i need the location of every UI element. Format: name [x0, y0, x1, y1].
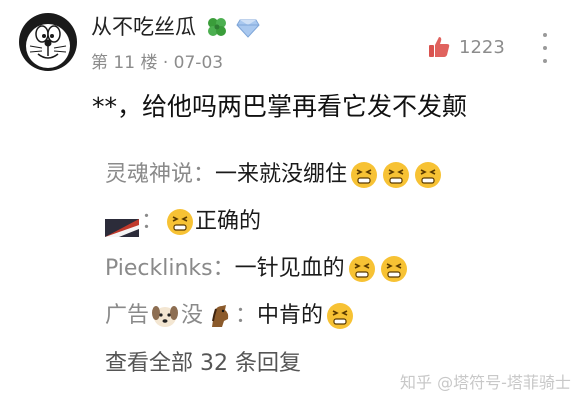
reply-author[interactable]: 广告: [105, 298, 149, 334]
reply-item[interactable]: 灵魂神说 ： 一来就没绷住: [105, 157, 443, 193]
comment-text: **，给他吗两巴掌再看它发不发颠: [92, 92, 468, 121]
watermark: 知乎 @塔符号-塔菲骑士: [400, 373, 571, 392]
reply-separator: ：: [235, 303, 258, 328]
like-button[interactable]: 1223: [427, 34, 505, 60]
grimace-emoji-icon: [379, 254, 409, 284]
reply-separator: ：: [212, 256, 235, 281]
flag-avatar-icon[interactable]: [105, 213, 139, 237]
reply-item[interactable]: Piecklinks ： 一针见血的: [105, 251, 409, 287]
username[interactable]: 从不吃丝瓜: [91, 13, 196, 41]
grimace-emoji-icon: [349, 160, 379, 190]
like-count: 1223: [459, 36, 505, 58]
view-all-replies-link[interactable]: 查看全部 32 条回复: [105, 346, 301, 382]
more-dot: [543, 46, 547, 50]
reply-text: 一来就没绷住: [215, 162, 348, 187]
diamond-badge-icon: [236, 18, 260, 38]
thumbs-up-icon: [429, 37, 450, 57]
doraemon-avatar-icon: [19, 13, 77, 71]
reply-text: 中肯的: [257, 303, 324, 328]
horse-icon: [204, 301, 234, 331]
reply-item[interactable]: ： 正确的: [105, 204, 261, 240]
grimace-emoji-icon: [347, 254, 377, 284]
grimace-emoji-icon: [381, 160, 411, 190]
reply-text: 一针见血的: [234, 256, 345, 281]
meta-separator: ·: [162, 53, 174, 73]
more-dot: [543, 33, 547, 37]
floor-meta: 第 11 楼 · 07-03: [91, 52, 223, 74]
reply-author-suffix[interactable]: 没: [181, 298, 203, 334]
reply-author[interactable]: Piecklinks: [105, 251, 213, 287]
comment-date: 07-03: [173, 53, 224, 73]
reply-author[interactable]: 灵魂神说: [105, 157, 193, 193]
reply-item[interactable]: 广告 没 ： 中肯的: [105, 298, 355, 334]
avatar[interactable]: [18, 12, 78, 72]
reply-separator: ：: [193, 162, 216, 187]
more-dot: [543, 59, 547, 63]
more-options-button[interactable]: [538, 33, 552, 63]
grimace-emoji-icon: [413, 160, 443, 190]
reply-text: 正确的: [195, 209, 262, 234]
clover-badge-icon: [206, 16, 228, 38]
floor-number: 第 11 楼: [91, 53, 158, 73]
grimace-emoji-icon: [325, 301, 355, 331]
reply-separator: ：: [141, 209, 164, 234]
dog-icon: [150, 301, 180, 331]
grimace-emoji-icon: [165, 207, 195, 237]
